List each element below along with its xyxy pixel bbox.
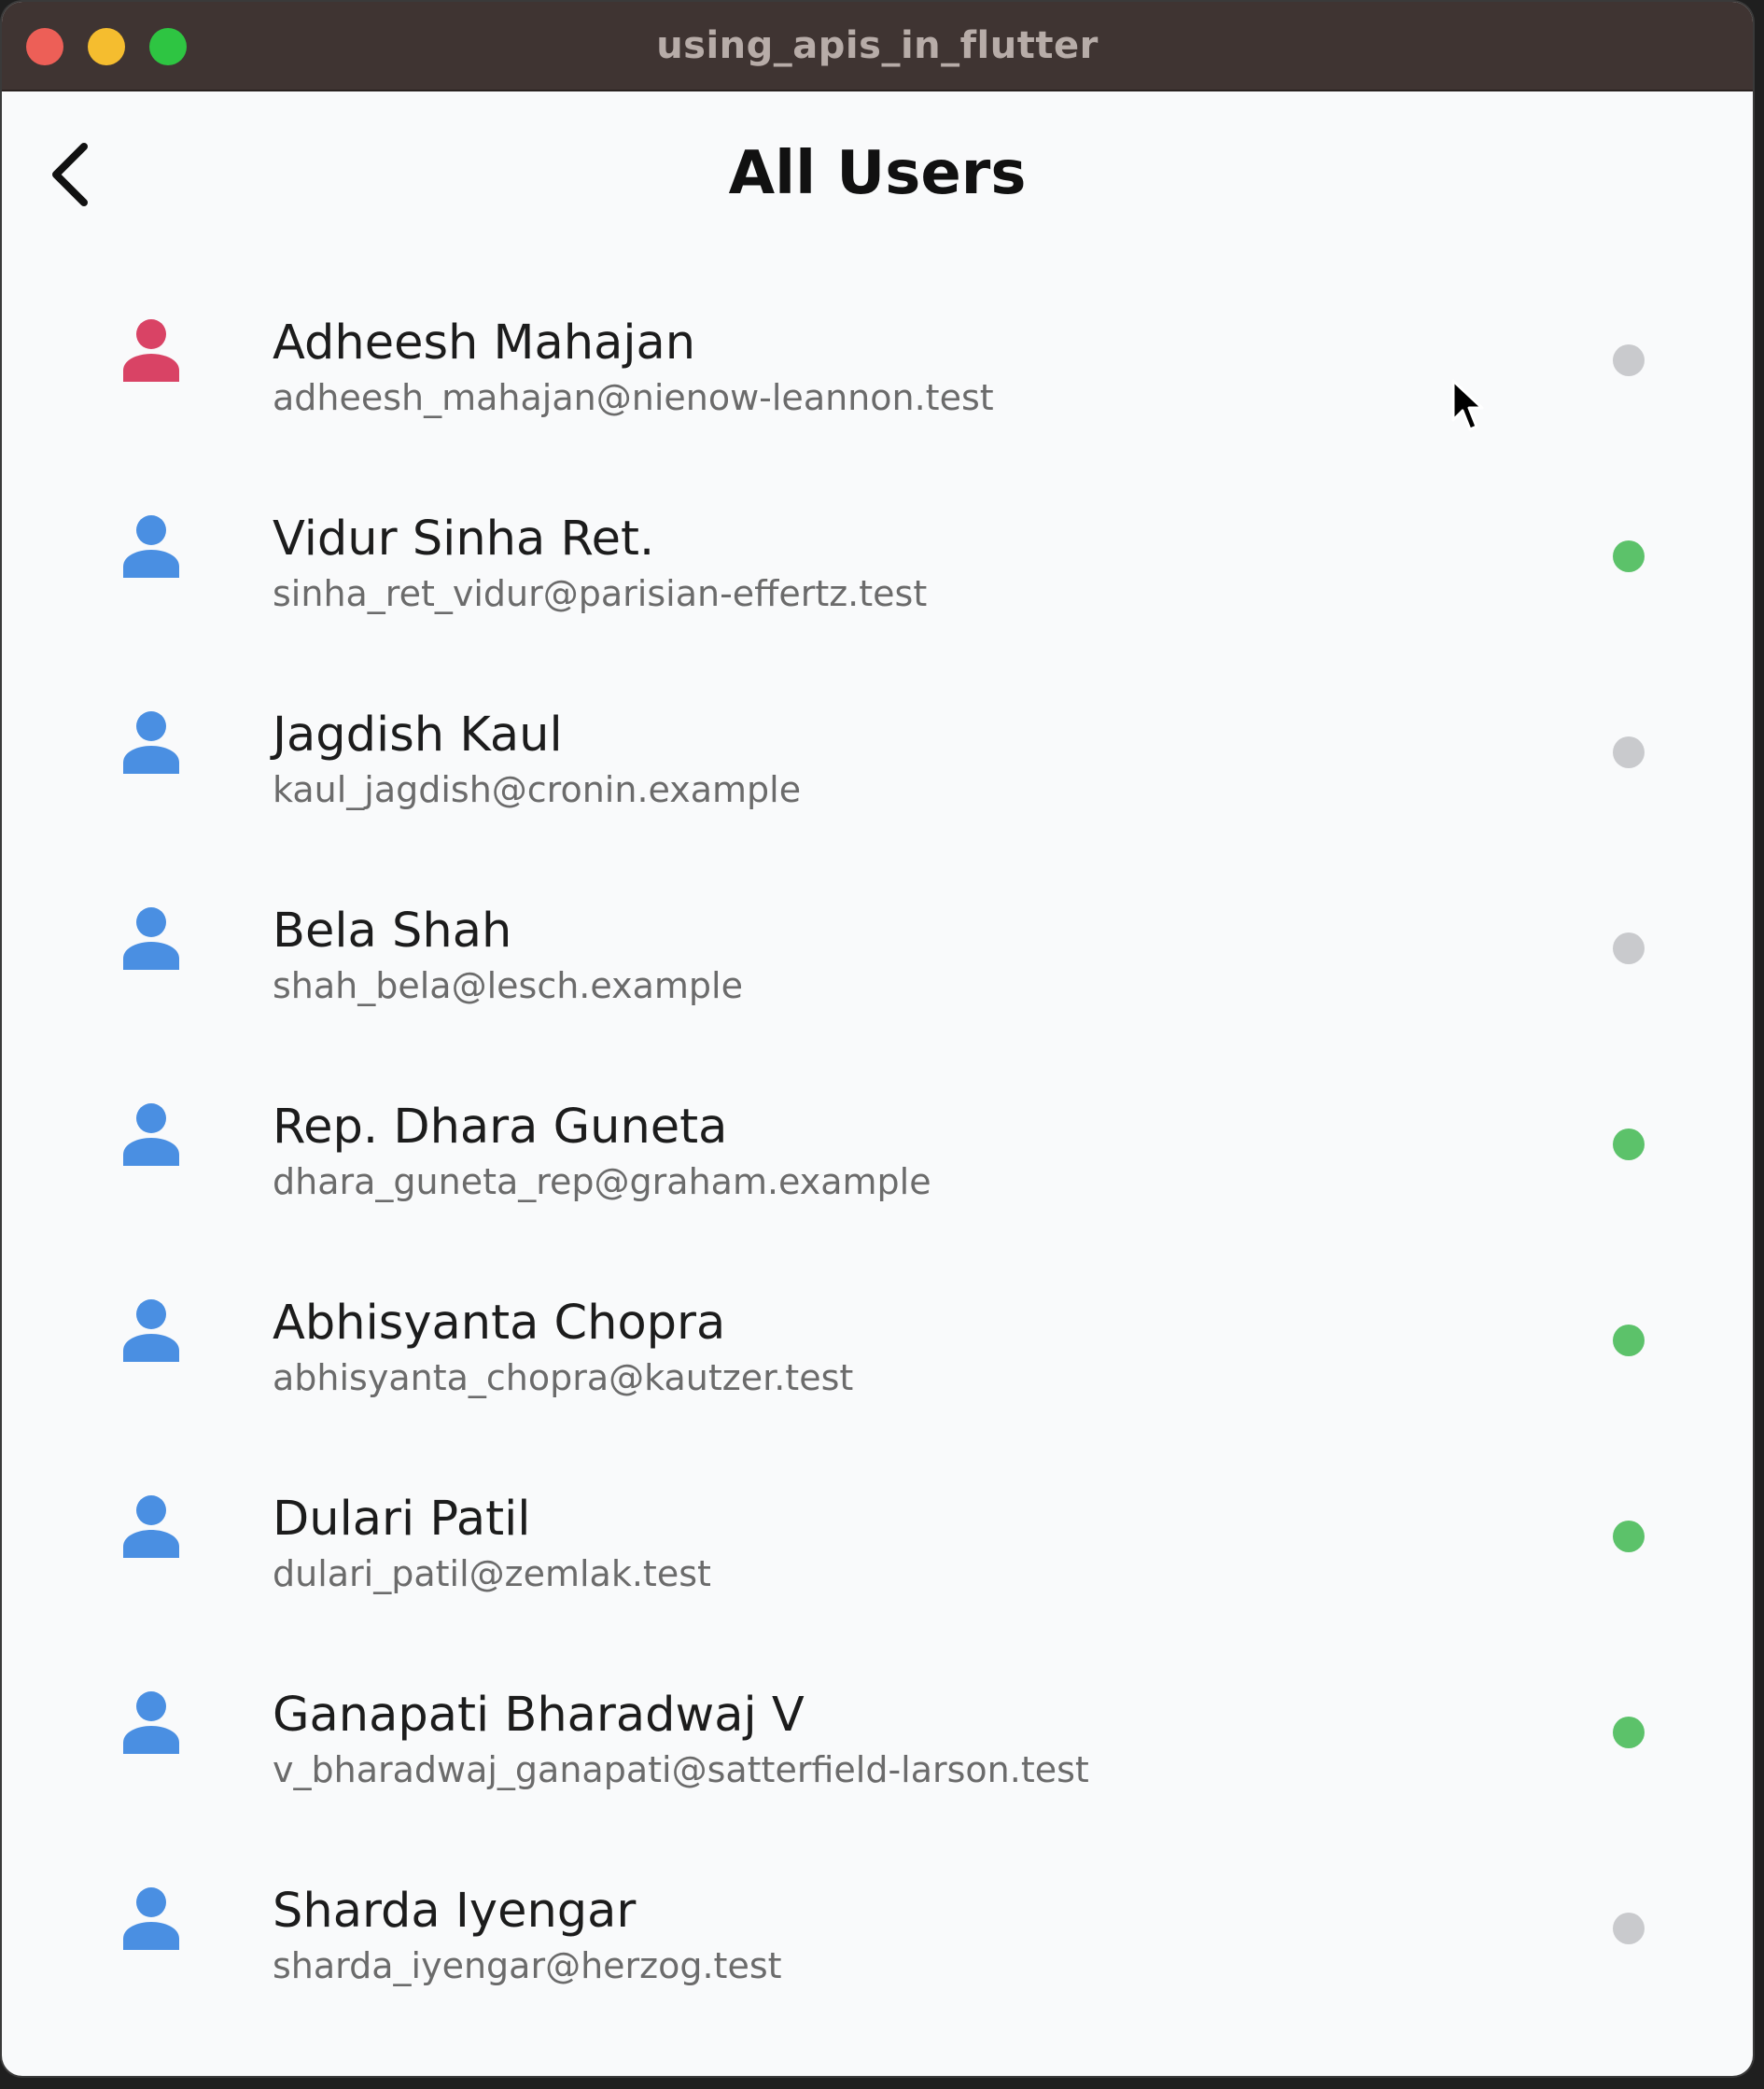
user-list-item[interactable]: Sharda Iyengar sharda_iyengar@herzog.test xyxy=(2,1829,1753,2025)
status-indicator-online xyxy=(1613,1325,1645,1356)
user-list-item[interactable]: Jagdish Kaul kaul_jagdish@cronin.example xyxy=(2,652,1753,848)
user-name: Vidur Sinha Ret. xyxy=(273,512,655,567)
status-indicator-offline xyxy=(1613,736,1645,768)
status-indicator-online xyxy=(1613,1129,1645,1160)
status-indicator-offline xyxy=(1613,1913,1645,1944)
user-list-item[interactable]: Dulari Patil dulari_patil@zemlak.test xyxy=(2,1437,1753,1633)
user-list-item[interactable]: Rep. Dhara Guneta dhara_guneta_rep@graham… xyxy=(2,1044,1753,1241)
user-list-item[interactable]: Bela Shah shah_bela@lesch.example xyxy=(2,848,1753,1044)
user-list-item[interactable]: Vidur Sinha Ret. sinha_ret_vidur@parisian… xyxy=(2,456,1753,652)
user-name: Abhisyanta Chopra xyxy=(273,1296,726,1351)
user-list-item[interactable]: Abhisyanta Chopra abhisyanta_chopra@kautz… xyxy=(2,1241,1753,1437)
person-icon xyxy=(123,515,179,578)
user-email: dulari_patil@zemlak.test xyxy=(273,1553,711,1594)
person-icon xyxy=(123,1299,179,1362)
window-title: using_apis_in_flutter xyxy=(656,24,1099,67)
user-list-item[interactable]: Ganapati Bharadwaj V v_bharadwaj_ganapati… xyxy=(2,1633,1753,1829)
user-email: sharda_iyengar@herzog.test xyxy=(273,1945,782,1986)
user-name: Ganapati Bharadwaj V xyxy=(273,1688,805,1743)
app-window: using_apis_in_flutter All Users Adheesh … xyxy=(2,2,1753,2076)
user-email: v_bharadwaj_ganapati@satterfield-larson.… xyxy=(273,1749,1089,1790)
user-name: Sharda Iyengar xyxy=(273,1884,637,1939)
person-icon xyxy=(123,711,179,774)
window-titlebar[interactable]: using_apis_in_flutter xyxy=(2,2,1753,91)
status-indicator-offline xyxy=(1613,344,1645,376)
person-icon xyxy=(123,319,179,382)
mouse-cursor-icon xyxy=(1451,379,1484,431)
user-email: dhara_guneta_rep@graham.example xyxy=(273,1161,931,1202)
user-email: shah_bela@lesch.example xyxy=(273,965,743,1006)
app-bar: All Users xyxy=(2,91,1753,259)
user-email: adheesh_mahajan@nienow-leannon.test xyxy=(273,377,994,418)
status-indicator-online xyxy=(1613,1521,1645,1552)
page-title: All Users xyxy=(728,139,1027,208)
person-icon xyxy=(123,1691,179,1754)
user-email: kaul_jagdish@cronin.example xyxy=(273,769,802,810)
user-name: Dulari Patil xyxy=(273,1492,531,1547)
user-name: Rep. Dhara Guneta xyxy=(273,1100,728,1155)
status-indicator-online xyxy=(1613,540,1645,572)
user-name: Jagdish Kaul xyxy=(273,708,563,763)
person-icon xyxy=(123,1103,179,1166)
user-name: Bela Shah xyxy=(273,904,512,959)
user-name: Adheesh Mahajan xyxy=(273,315,696,371)
person-icon xyxy=(123,1495,179,1558)
user-email: abhisyanta_chopra@kautzer.test xyxy=(273,1357,854,1398)
user-list: Adheesh Mahajan adheesh_mahajan@nienow-le… xyxy=(2,260,1753,2025)
user-email: sinha_ret_vidur@parisian-effertz.test xyxy=(273,573,928,614)
user-list-item[interactable]: Adheesh Mahajan adheesh_mahajan@nienow-le… xyxy=(2,260,1753,456)
person-icon xyxy=(123,1887,179,1950)
person-icon xyxy=(123,907,179,970)
status-indicator-online xyxy=(1613,1717,1645,1748)
status-indicator-offline xyxy=(1613,932,1645,964)
